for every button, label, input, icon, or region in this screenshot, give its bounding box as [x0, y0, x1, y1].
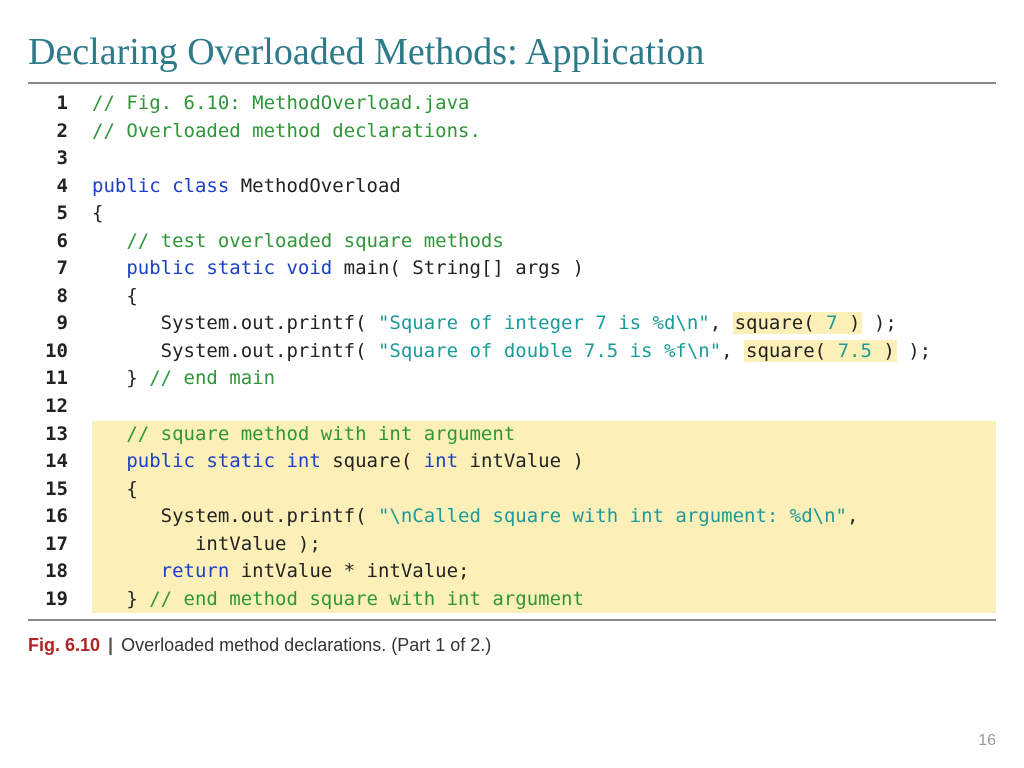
code-line: 10 System.out.printf( "Square of double … [28, 338, 996, 366]
code-line: 9 System.out.printf( "Square of integer … [28, 310, 996, 338]
code-comment: // square method with int argument [92, 423, 515, 445]
code-call: square( [735, 312, 827, 334]
line-number: 6 [28, 228, 92, 256]
code-comment: // end main [149, 367, 275, 389]
code-keyword: public class [92, 175, 241, 197]
code-brace: } [92, 367, 149, 389]
code-brace: { [92, 476, 138, 504]
code-brace: { [92, 283, 138, 311]
code-text: , [847, 505, 858, 527]
code-ident: main( String[] args ) [344, 257, 584, 279]
code-comment: // end method square with int argument [149, 588, 584, 610]
line-number: 7 [28, 255, 92, 283]
line-number: 3 [28, 145, 92, 173]
code-text: ); [897, 340, 931, 362]
code-ident: intValue ) [470, 450, 584, 472]
code-string: "Square of double 7.5 is %f\n" [378, 340, 721, 362]
code-ident: MethodOverload [241, 175, 401, 197]
line-number: 12 [28, 393, 92, 421]
code-keyword: int [424, 450, 470, 472]
code-line: 3 [28, 145, 996, 173]
code-call: ) [838, 312, 861, 334]
code-line: 2 // Overloaded method declarations. [28, 118, 996, 146]
code-line: 1 // Fig. 6.10: MethodOverload.java [28, 90, 996, 118]
code-line: 7 public static void main( String[] args… [28, 255, 996, 283]
code-keyword: return [92, 560, 241, 582]
code-line: 5 { [28, 200, 996, 228]
code-text: System.out.printf( [92, 312, 378, 334]
line-number: 8 [28, 283, 92, 311]
line-number: 16 [28, 503, 92, 531]
code-comment: // Overloaded method declarations. [92, 120, 481, 142]
line-number: 18 [28, 558, 92, 586]
code-line-highlighted: 15 { [28, 476, 996, 504]
caption-text: Overloaded method declarations. (Part 1 … [121, 635, 491, 655]
code-line-highlighted: 13 // square method with int argument [28, 421, 996, 449]
code-listing: 1 // Fig. 6.10: MethodOverload.java 2 //… [28, 82, 996, 621]
line-number: 10 [28, 338, 92, 366]
line-number: 15 [28, 476, 92, 504]
line-number: 9 [28, 310, 92, 338]
code-brace: } [92, 588, 149, 610]
line-number: 13 [28, 421, 92, 449]
code-string: "\nCalled square with int argument: %d\n… [378, 505, 847, 527]
code-call: square( [746, 340, 838, 362]
line-number: 4 [28, 173, 92, 201]
figure-label: Fig. 6.10 [28, 635, 100, 655]
code-line-highlighted: 17 intValue ); [28, 531, 996, 559]
line-number: 11 [28, 365, 92, 393]
divider-icon: | [108, 635, 113, 655]
code-comment: // test overloaded square methods [92, 230, 504, 252]
line-number: 5 [28, 200, 92, 228]
code-comment: // Fig. 6.10: MethodOverload.java [92, 92, 470, 114]
code-line: 12 [28, 393, 996, 421]
code-text: , [721, 340, 744, 362]
line-number: 1 [28, 90, 92, 118]
line-number: 19 [28, 586, 92, 614]
line-number: 2 [28, 118, 92, 146]
line-number: 14 [28, 448, 92, 476]
code-line-highlighted: 14 public static int square( int intValu… [28, 448, 996, 476]
code-line-highlighted: 16 System.out.printf( "\nCalled square w… [28, 503, 996, 531]
line-number: 17 [28, 531, 92, 559]
code-ident: square( [332, 450, 424, 472]
code-line: 4 public class MethodOverload [28, 173, 996, 201]
code-line-highlighted: 19 } // end method square with int argum… [28, 586, 996, 614]
code-text: intValue ); [92, 531, 321, 559]
code-line: 11 } // end main [28, 365, 996, 393]
slide-title: Declaring Overloaded Methods: Applicatio… [28, 30, 996, 74]
code-number: 7.5 [838, 340, 872, 362]
code-line: 8 { [28, 283, 996, 311]
code-line-highlighted: 18 return intValue * intValue; [28, 558, 996, 586]
code-keyword: public static void [92, 257, 344, 279]
code-text: ); [862, 312, 896, 334]
code-text: System.out.printf( [92, 340, 378, 362]
code-line: 6 // test overloaded square methods [28, 228, 996, 256]
code-number: 7 [826, 312, 837, 334]
figure-caption: Fig. 6.10 | Overloaded method declarations… [28, 635, 996, 656]
code-text: , [710, 312, 733, 334]
code-string: "Square of integer 7 is %d\n" [378, 312, 710, 334]
code-keyword: public static int [92, 450, 332, 472]
code-brace: { [92, 200, 103, 228]
code-text: System.out.printf( [92, 505, 378, 527]
code-text: intValue * intValue; [241, 560, 470, 582]
code-call: ) [872, 340, 895, 362]
page-number: 16 [978, 732, 996, 750]
